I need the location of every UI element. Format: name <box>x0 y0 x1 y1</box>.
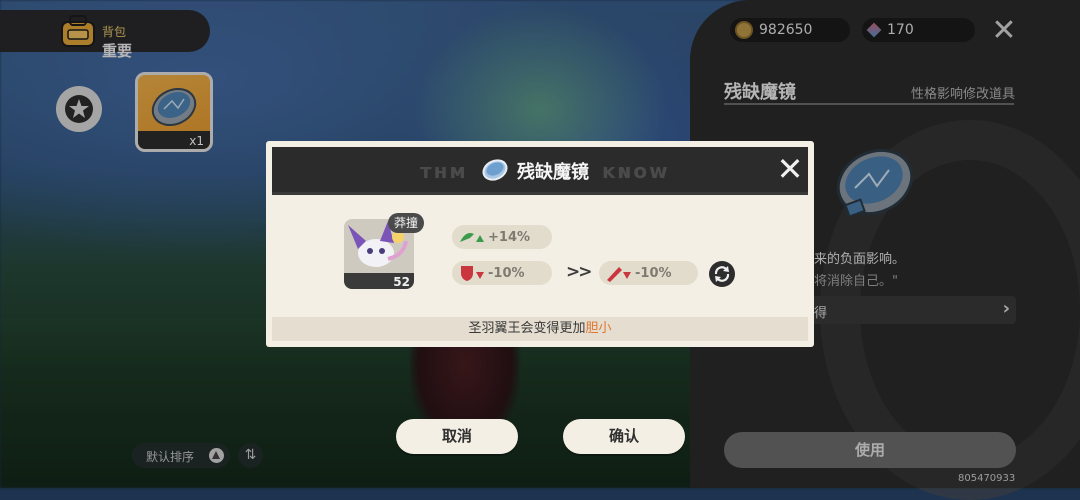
cancel-button[interactable]: 取消 <box>396 419 518 454</box>
stat-loss-after-pill: -10% <box>599 261 698 285</box>
dialog-close-icon[interactable]: ✕ <box>774 153 806 185</box>
transform-arrow: >> <box>566 262 592 282</box>
stat-gain-value: +14% <box>488 229 531 245</box>
pet-nature-tag: 莽撞 <box>388 213 425 233</box>
speed-up-icon <box>460 233 484 242</box>
attack-down-icon <box>607 267 631 282</box>
stat-loss-before-pill: -10% <box>452 261 552 285</box>
header-watermark-left: ᴛʜᴍ <box>420 159 468 183</box>
header-watermark-right: ᴋɴᴏᴡ <box>602 159 670 183</box>
result-prefix: 圣羽翼王会变得更加 <box>468 321 586 336</box>
refresh-icon[interactable] <box>709 261 735 287</box>
stat-loss-after-value: -10% <box>635 265 672 281</box>
dialog-header: ᴛʜᴍ ᴋɴᴏᴡ 残缺魔镜 ✕ <box>272 147 808 193</box>
stat-gain-pill: +14% <box>452 225 552 249</box>
result-message: 圣羽翼王会变得更加胆小 <box>272 317 808 341</box>
stat-loss-before-value: -10% <box>488 265 525 281</box>
dialog-title: 残缺魔镜 <box>517 162 589 183</box>
defense-down-icon <box>461 266 484 281</box>
result-trait: 胆小 <box>585 321 612 336</box>
confirm-dialog: ᴛʜᴍ ᴋɴᴏᴡ 残缺魔镜 ✕ 52 莽撞 +14% -10% >> -10% … <box>266 141 814 347</box>
dialog-header-rule <box>272 192 808 195</box>
broken-mirror-title-icon <box>482 159 508 181</box>
pet-level: 52 <box>393 275 410 289</box>
confirm-button[interactable]: 确认 <box>563 419 685 454</box>
